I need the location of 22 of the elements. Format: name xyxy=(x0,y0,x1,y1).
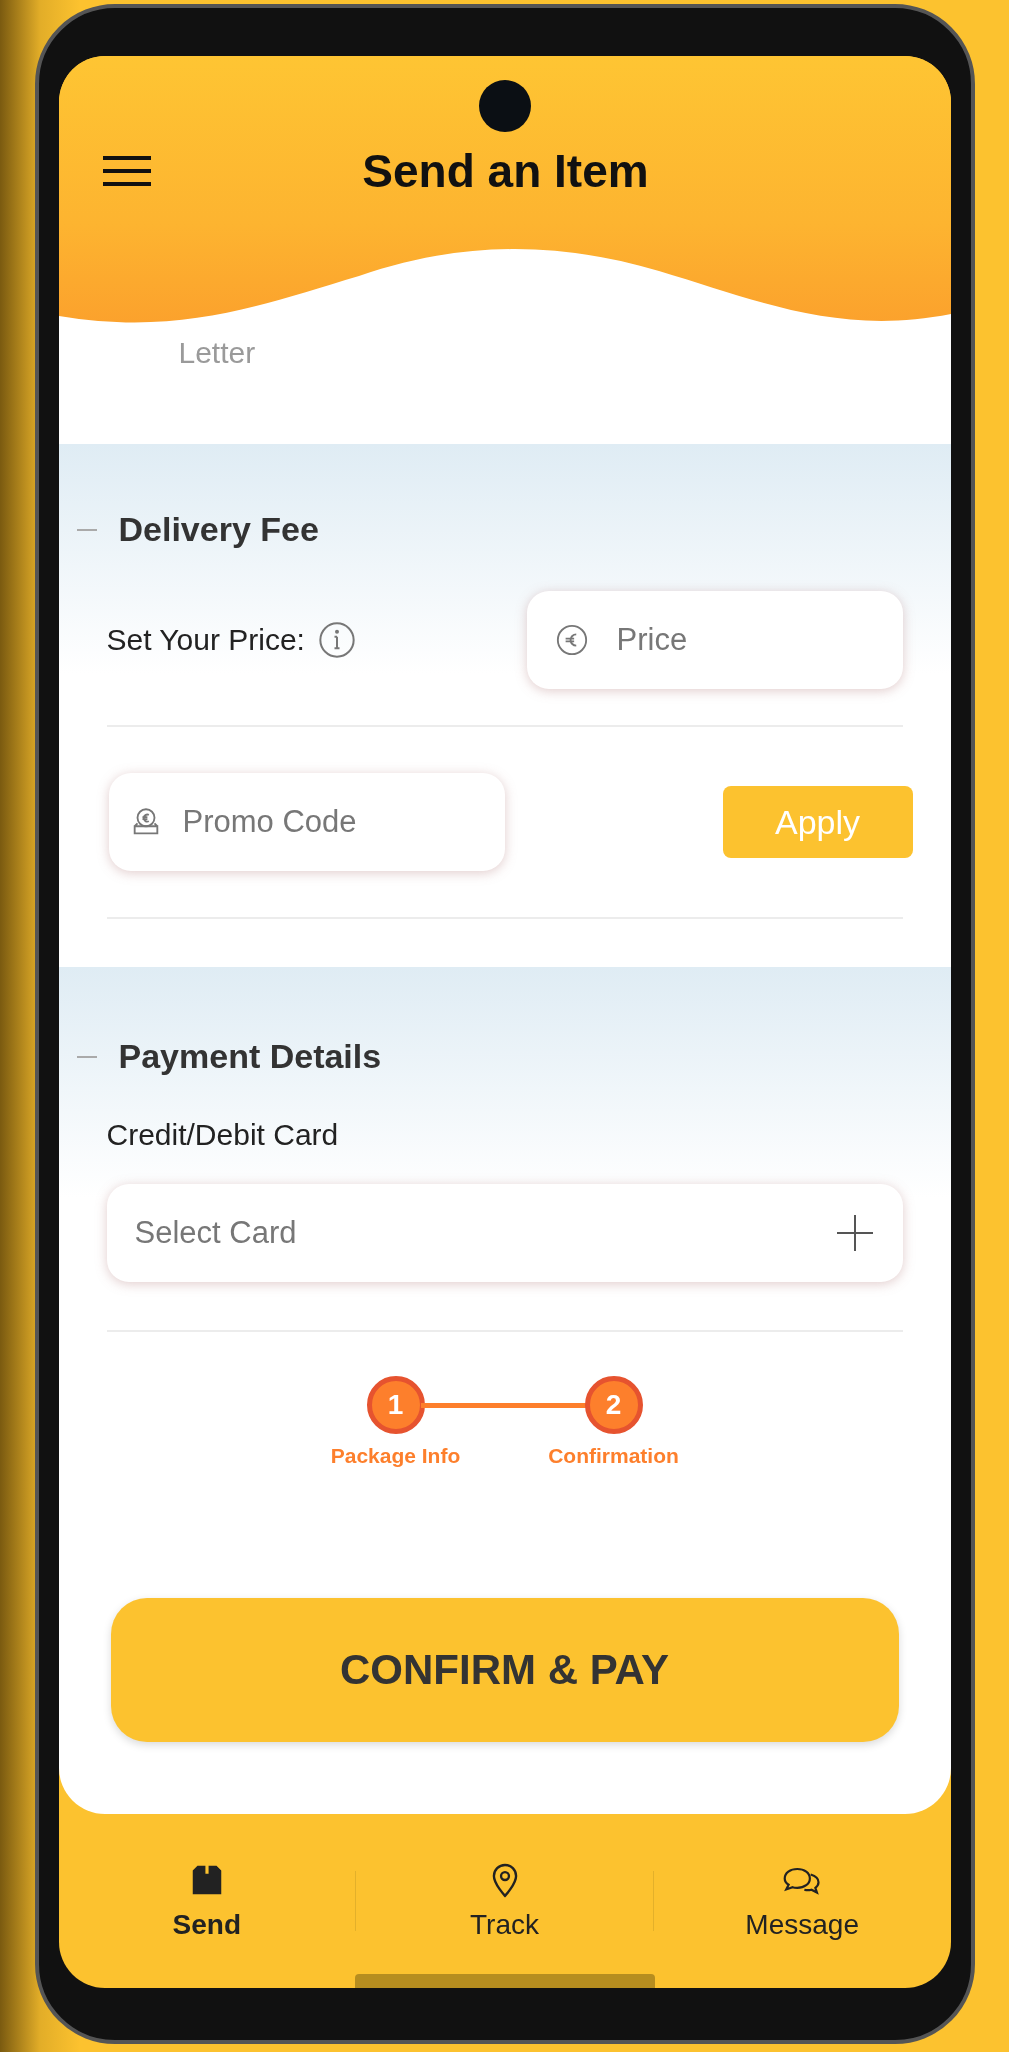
promo-code-field[interactable]: Promo Code xyxy=(108,773,505,871)
section-heading: Delivery Fee xyxy=(118,510,319,549)
nav-tab[interactable]: Track xyxy=(356,1860,653,1942)
section-heading: Payment Details xyxy=(118,1037,382,1076)
nav-tab[interactable]: Message xyxy=(653,1860,951,1942)
step-number: 1 xyxy=(366,1376,425,1434)
field-label: Credit/Debit Card xyxy=(106,1118,339,1152)
confirm-pay-button[interactable]: CONFIRM & PAY xyxy=(110,1598,899,1742)
select-card-field[interactable]: Select Card xyxy=(106,1184,903,1282)
screen-title: Send an Item xyxy=(361,144,650,198)
step-label: Package Info xyxy=(330,1444,461,1468)
price-field[interactable]: Price xyxy=(526,591,903,689)
info-icon[interactable] xyxy=(316,620,357,660)
step-label: Confirmation xyxy=(548,1444,679,1468)
field-label: Set Your Price: xyxy=(106,623,305,657)
menu-icon[interactable] xyxy=(102,154,151,188)
euro-icon xyxy=(554,623,589,657)
camera-icon xyxy=(478,80,531,132)
package-type-text: Letter xyxy=(178,336,256,369)
step-number: 2 xyxy=(584,1376,643,1434)
nav-tab[interactable]: Send xyxy=(58,1860,356,1942)
plus-icon[interactable] xyxy=(834,1213,875,1253)
